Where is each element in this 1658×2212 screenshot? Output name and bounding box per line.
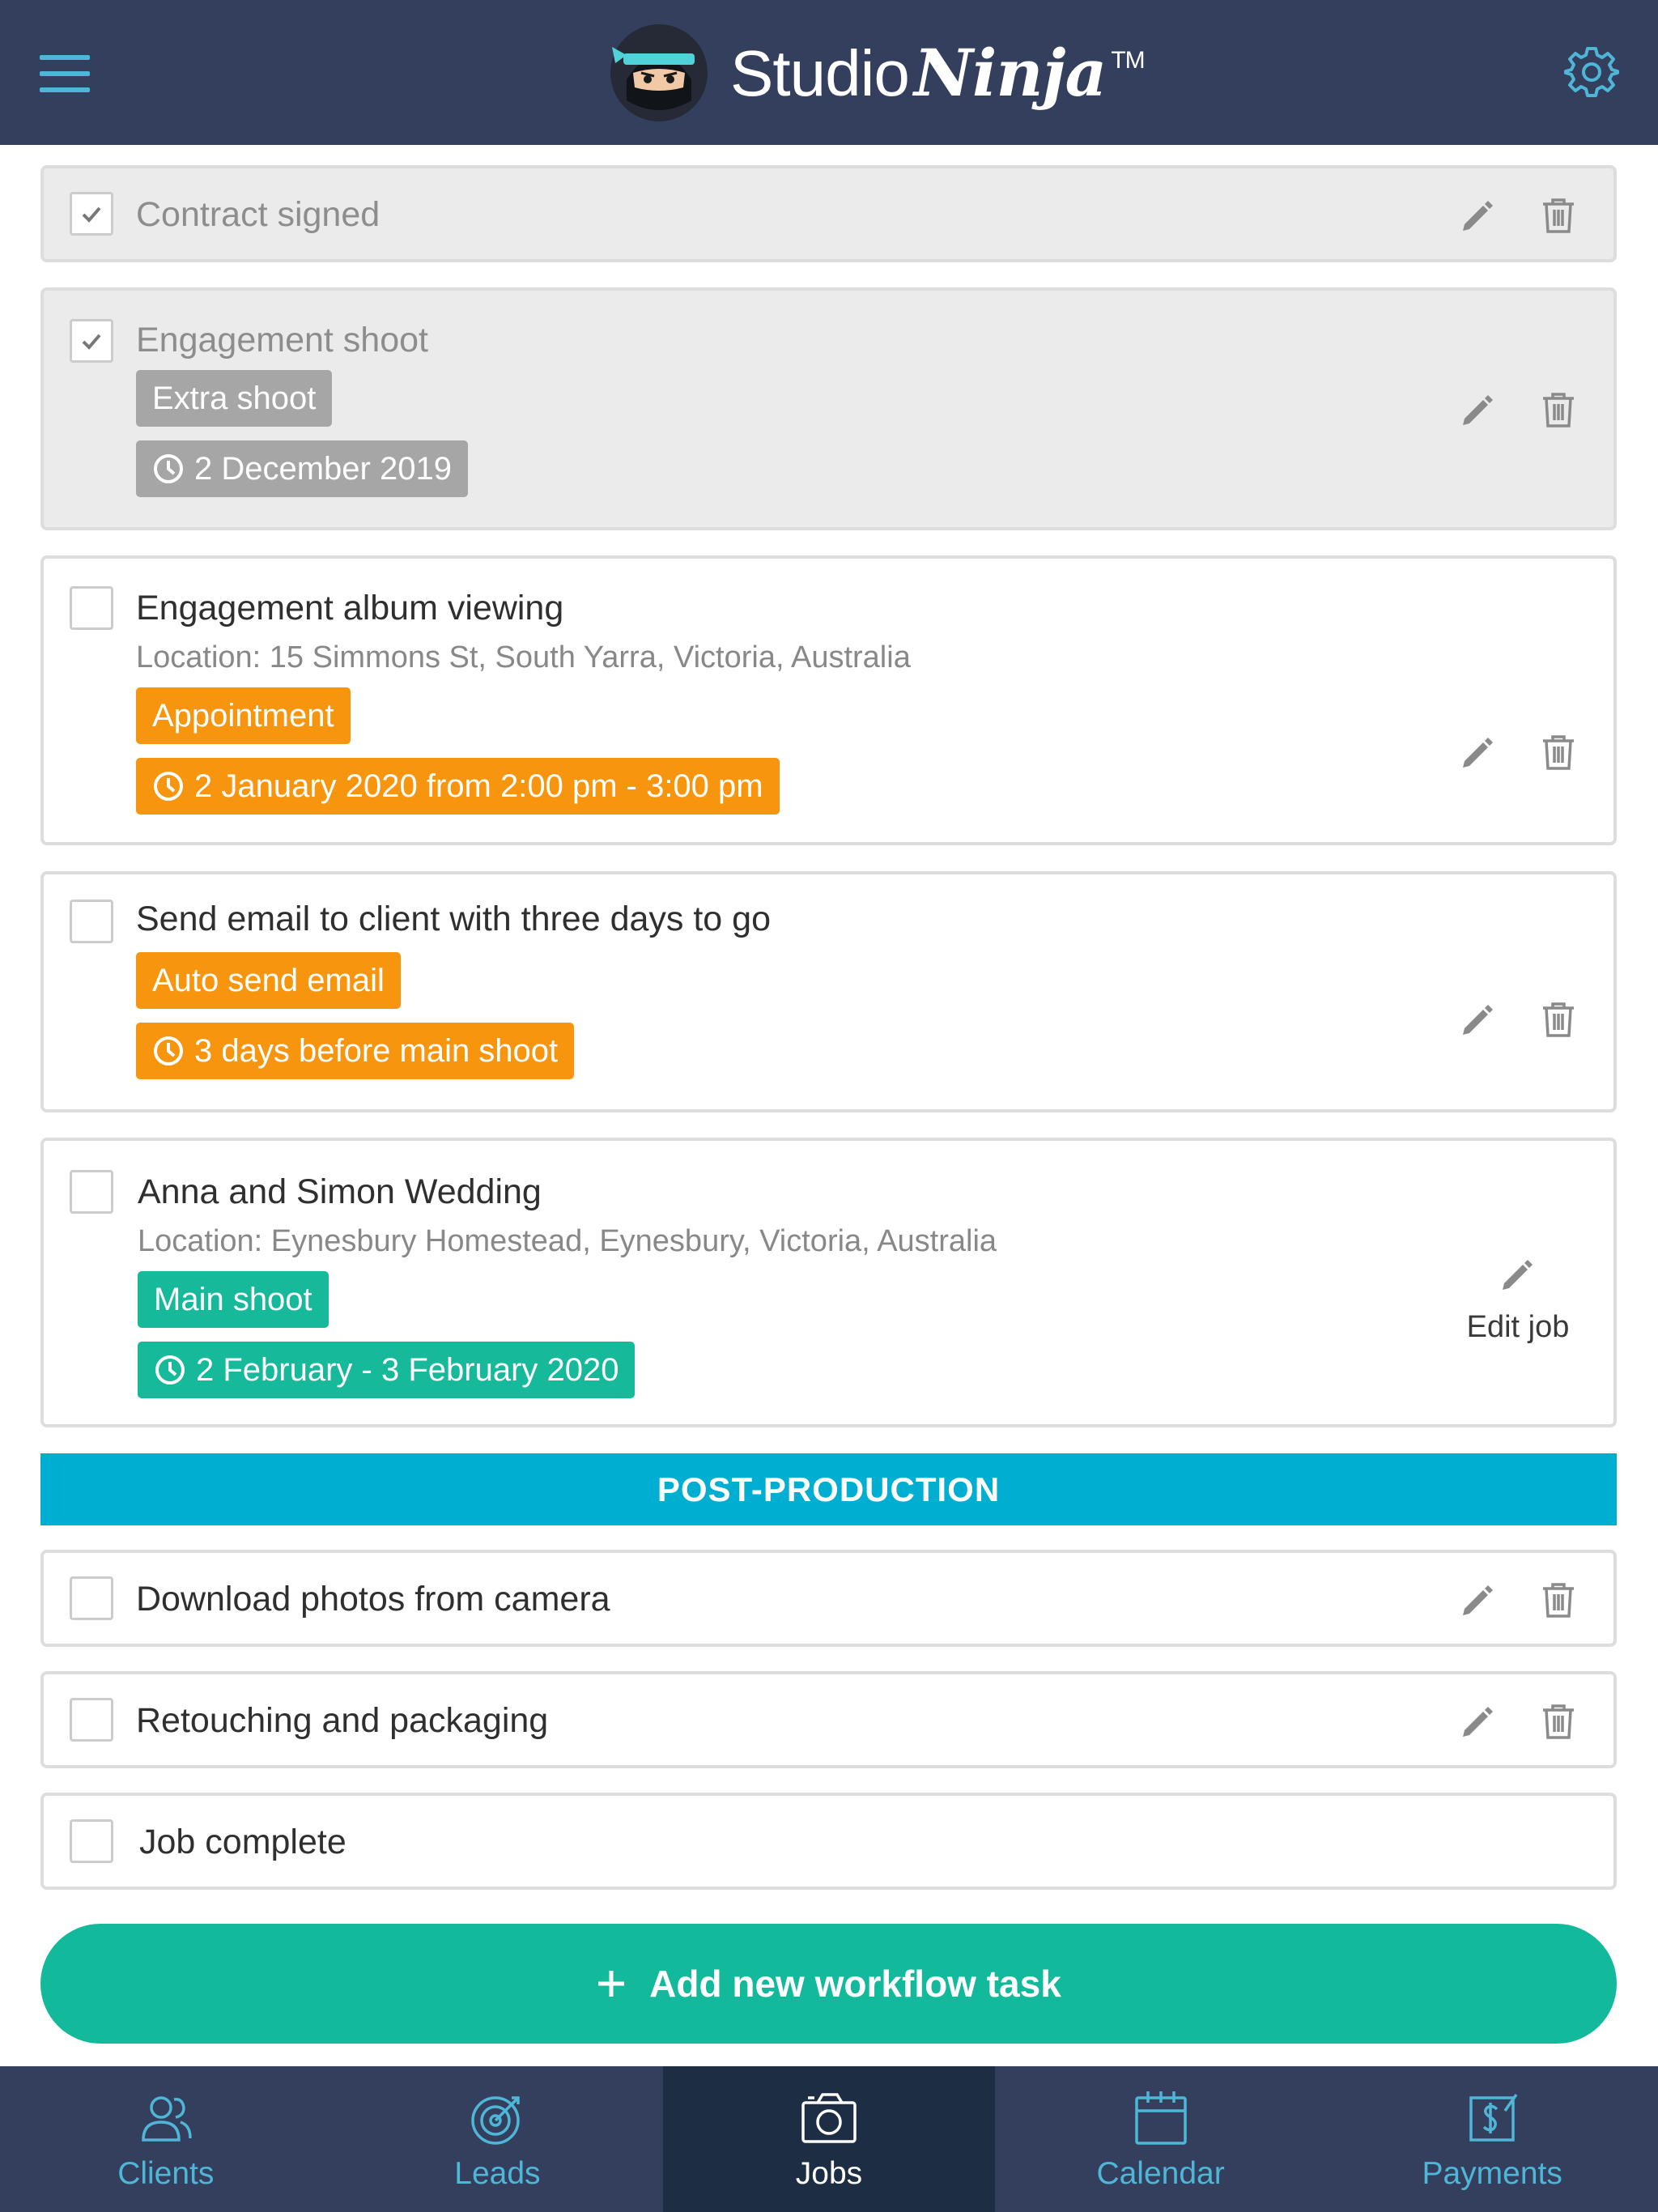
payment-icon <box>1469 2093 1518 2142</box>
task-checkbox[interactable] <box>70 1576 113 1620</box>
trash-icon[interactable] <box>1538 195 1579 236</box>
task-title: Contract signed <box>136 195 380 234</box>
task-date-tag: 2 February - 3 February 2020 <box>138 1342 636 1398</box>
pencil-icon[interactable] <box>1458 999 1499 1040</box>
task-card-engagement-album-viewing: Engagement album viewing Location: 15 Si… <box>40 555 1617 845</box>
task-title: Engagement shoot <box>136 321 428 359</box>
nav-label: Leads <box>454 2156 541 2191</box>
plus-icon <box>598 1971 625 1997</box>
ninja-logo-icon <box>610 24 708 121</box>
bottom-navigation: Clients Leads Jobs Calendar Payments <box>0 2066 1658 2212</box>
logo-trademark: TM <box>1111 46 1145 74</box>
edit-job-button[interactable]: Edit job <box>1461 1254 1575 1345</box>
nav-item-payments[interactable]: Payments <box>1326 2066 1658 2212</box>
task-date-text: 2 January 2020 from 2:00 pm - 3:00 pm <box>194 768 763 804</box>
task-title: Anna and Simon Wedding <box>138 1172 542 1211</box>
pencil-icon[interactable] <box>1458 1580 1499 1620</box>
checkmark-icon <box>82 334 101 350</box>
logo-ninja-text: Ninja <box>913 34 1107 111</box>
task-card-job-complete: Job complete <box>40 1793 1617 1890</box>
trash-icon[interactable] <box>1538 999 1579 1040</box>
task-title: Job complete <box>139 1823 346 1861</box>
checkmark-icon <box>82 206 101 223</box>
nav-item-jobs[interactable]: Jobs <box>663 2066 995 2212</box>
trash-icon[interactable] <box>1538 1580 1579 1620</box>
task-type-tag: Auto send email <box>136 952 401 1009</box>
task-checkbox[interactable] <box>70 1819 113 1863</box>
section-header-post-production: POST-PRODUCTION <box>40 1453 1617 1525</box>
trash-icon[interactable] <box>1538 732 1579 772</box>
nav-label: Clients <box>117 2156 215 2191</box>
task-title: Send email to client with three days to … <box>136 900 771 938</box>
pencil-icon[interactable] <box>1458 732 1499 772</box>
hamburger-menu-icon[interactable] <box>40 55 90 92</box>
pencil-icon[interactable] <box>1458 195 1499 236</box>
pencil-icon[interactable] <box>1458 1701 1499 1742</box>
task-type-tag: Main shoot <box>138 1271 329 1328</box>
studio-ninja-logo: Studio Ninja TM <box>609 23 1146 123</box>
task-date-tag: 3 days before main shoot <box>136 1023 575 1079</box>
task-checkbox[interactable] <box>70 586 113 630</box>
add-workflow-task-label: Add new workflow task <box>649 1963 1061 2005</box>
task-card-retouching: Retouching and packaging <box>40 1671 1617 1768</box>
task-location: Location: Eynesbury Homestead, Eynesbury… <box>138 1224 997 1258</box>
gear-icon[interactable] <box>1564 45 1619 100</box>
task-type-tag: Extra shoot <box>136 370 333 427</box>
add-workflow-task-button[interactable]: Add new workflow task <box>40 1924 1617 2044</box>
nav-item-leads[interactable]: Leads <box>332 2066 664 2212</box>
task-card-contract-signed: Contract signed <box>40 165 1617 262</box>
task-date-tag: 2 January 2020 from 2:00 pm - 3:00 pm <box>136 758 780 815</box>
trash-icon[interactable] <box>1538 389 1579 430</box>
clock-icon <box>154 772 183 801</box>
camera-icon <box>801 2093 857 2143</box>
task-date-text: 2 December 2019 <box>194 450 452 487</box>
task-location: Location: 15 Simmons St, South Yarra, Vi… <box>136 640 911 674</box>
target-icon <box>471 2096 521 2145</box>
app-header: Studio Ninja TM <box>0 0 1658 145</box>
task-checkbox[interactable] <box>70 319 113 363</box>
task-title: Engagement album viewing <box>136 589 564 627</box>
task-card-download-photos: Download photos from camera <box>40 1550 1617 1647</box>
task-checkbox[interactable] <box>70 900 113 943</box>
task-card-send-email: Send email to client with three days to … <box>40 871 1617 1112</box>
task-title: Retouching and packaging <box>136 1701 549 1740</box>
pencil-icon[interactable] <box>1458 389 1499 430</box>
nav-item-calendar[interactable]: Calendar <box>995 2066 1327 2212</box>
task-type-tag: Appointment <box>136 687 351 744</box>
nav-label: Calendar <box>1096 2156 1225 2191</box>
pencil-icon <box>1503 1260 1533 1290</box>
edit-job-label: Edit job <box>1466 1310 1570 1344</box>
nav-label: Payments <box>1422 2156 1562 2191</box>
trash-icon[interactable] <box>1538 1701 1579 1742</box>
task-checkbox[interactable] <box>70 1170 113 1214</box>
task-checkbox[interactable] <box>70 192 113 236</box>
task-checkbox[interactable] <box>70 1698 113 1742</box>
logo-studio-text: Studio <box>730 36 910 109</box>
nav-label: Jobs <box>795 2156 863 2191</box>
nav-item-clients[interactable]: Clients <box>0 2066 332 2212</box>
task-date-text: 2 February - 3 February 2020 <box>196 1351 619 1388</box>
task-card-engagement-shoot: Engagement shoot Extra shoot 2 December … <box>40 287 1617 530</box>
clock-icon <box>154 454 183 483</box>
task-card-main-shoot-job: Anna and Simon Wedding Location: Eynesbu… <box>40 1138 1617 1427</box>
clock-icon <box>154 1036 183 1066</box>
task-date-text: 3 days before main shoot <box>194 1032 559 1069</box>
users-icon <box>142 2096 192 2142</box>
task-date-tag: 2 December 2019 <box>136 440 468 497</box>
clock-icon <box>155 1355 185 1385</box>
app-root: Studio Ninja TM Contract signed Engageme… <box>0 0 1658 2212</box>
task-title: Download photos from camera <box>136 1580 610 1619</box>
calendar-icon <box>1134 2091 1187 2145</box>
